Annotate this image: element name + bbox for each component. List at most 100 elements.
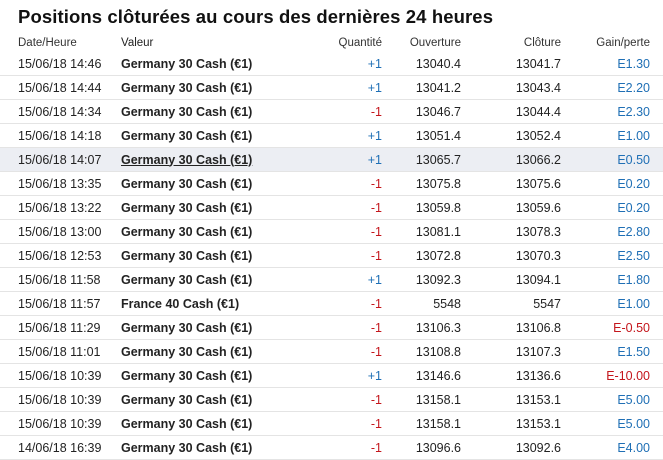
table-row[interactable]: 15/06/18 12:53 Germany 30 Cash (€1) -1 1307… — [0, 243, 663, 268]
cell-symbol-link[interactable]: Germany 30 Cash (€1) — [112, 99, 312, 124]
cell-quantity: -1 — [312, 411, 386, 436]
column-header-profit-loss[interactable]: Gain/perte — [565, 34, 663, 52]
cell-symbol-link[interactable]: Germany 30 Cash (€1) — [112, 52, 312, 76]
cell-close-price: 13136.6 — [465, 363, 565, 388]
symbol-label[interactable]: Germany 30 Cash (€1) — [121, 369, 252, 383]
cell-profit-loss: E1.00 — [565, 123, 663, 148]
cell-quantity: -1 — [312, 243, 386, 268]
cell-open-price: 13072.8 — [386, 243, 465, 268]
table-row[interactable]: 15/06/18 11:57 France 40 Cash (€1) -1 5548 5… — [0, 291, 663, 316]
cell-date: 15/06/18 14:46 — [0, 52, 112, 76]
table-row[interactable]: 15/06/18 11:01 Germany 30 Cash (€1) -1 1310… — [0, 339, 663, 364]
cell-quantity: -1 — [312, 435, 386, 460]
cell-symbol-link[interactable]: Germany 30 Cash (€1) — [112, 339, 312, 364]
cell-date: 15/06/18 10:39 — [0, 363, 112, 388]
column-header-quantity[interactable]: Quantité — [312, 34, 386, 52]
cell-symbol-link[interactable]: Germany 30 Cash (€1) — [112, 243, 312, 268]
symbol-label[interactable]: Germany 30 Cash (€1) — [121, 225, 252, 239]
cell-symbol-link[interactable]: Germany 30 Cash (€1) — [112, 123, 312, 148]
cell-profit-loss: E2.20 — [565, 75, 663, 100]
symbol-label[interactable]: Germany 30 Cash (€1) — [121, 129, 252, 143]
cell-close-price: 13066.2 — [465, 147, 565, 172]
table-row[interactable]: 15/06/18 13:35 Germany 30 Cash (€1) -1 1307… — [0, 171, 663, 196]
cell-open-price: 13158.1 — [386, 387, 465, 412]
table-row[interactable]: 15/06/18 11:58 Germany 30 Cash (€1) +1 1309… — [0, 267, 663, 292]
cell-open-price: 13075.8 — [386, 171, 465, 196]
cell-profit-loss: E0.50 — [565, 147, 663, 172]
cell-close-price: 13153.1 — [465, 387, 565, 412]
cell-date: 15/06/18 14:07 — [0, 147, 112, 172]
cell-symbol-link[interactable]: Germany 30 Cash (€1) — [112, 219, 312, 244]
symbol-label[interactable]: Germany 30 Cash (€1) — [121, 321, 252, 335]
cell-quantity: +1 — [312, 52, 386, 76]
table-row[interactable]: 15/06/18 14:34 Germany 30 Cash (€1) -1 1304… — [0, 99, 663, 124]
symbol-label[interactable]: Germany 30 Cash (€1) — [121, 249, 252, 263]
cell-symbol-link[interactable]: Germany 30 Cash (€1) — [112, 195, 312, 220]
column-header-close[interactable]: Clôture — [465, 34, 565, 52]
symbol-label[interactable]: Germany 30 Cash (€1) — [121, 345, 252, 359]
cell-quantity: +1 — [312, 363, 386, 388]
symbol-label[interactable]: Germany 30 Cash (€1) — [121, 105, 252, 119]
cell-profit-loss: E0.20 — [565, 195, 663, 220]
cell-profit-loss: E1.30 — [565, 52, 663, 76]
cell-profit-loss: E1.00 — [565, 291, 663, 316]
column-header-date[interactable]: Date/Heure — [0, 34, 112, 52]
symbol-label[interactable]: Germany 30 Cash (€1) — [121, 81, 252, 95]
column-header-open[interactable]: Ouverture — [386, 34, 465, 52]
symbol-label[interactable]: France 40 Cash (€1) — [121, 297, 239, 311]
cell-close-price: 13041.7 — [465, 52, 565, 76]
cell-date: 15/06/18 11:01 — [0, 339, 112, 364]
table-row[interactable]: 15/06/18 10:39 Germany 30 Cash (€1) -1 1315… — [0, 387, 663, 412]
cell-close-price: 13059.6 — [465, 195, 565, 220]
cell-open-price: 13040.4 — [386, 52, 465, 76]
cell-date: 15/06/18 14:18 — [0, 123, 112, 148]
cell-symbol-link[interactable]: Germany 30 Cash (€1) — [112, 75, 312, 100]
cell-close-price: 13092.6 — [465, 435, 565, 460]
cell-profit-loss: E-0.50 — [565, 315, 663, 340]
symbol-label[interactable]: Germany 30 Cash (€1) — [121, 441, 252, 455]
cell-open-price: 13096.6 — [386, 435, 465, 460]
table-row[interactable]: 15/06/18 10:39 Germany 30 Cash (€1) +1 1314… — [0, 363, 663, 388]
cell-quantity: -1 — [312, 315, 386, 340]
table-row[interactable]: 15/06/18 10:39 Germany 30 Cash (€1) -1 1315… — [0, 411, 663, 436]
symbol-label[interactable]: Germany 30 Cash (€1) — [121, 57, 252, 71]
cell-symbol-link[interactable]: Germany 30 Cash (€1) — [112, 387, 312, 412]
cell-symbol-link[interactable]: Germany 30 Cash (€1) — [112, 147, 312, 172]
table-row[interactable]: 15/06/18 11:29 Germany 30 Cash (€1) -1 1310… — [0, 315, 663, 340]
table-row[interactable]: 15/06/18 13:22 Germany 30 Cash (€1) -1 1305… — [0, 195, 663, 220]
table-row[interactable]: 14/06/18 16:39 Germany 30 Cash (€1) -1 1309… — [0, 435, 663, 460]
table-row[interactable]: 15/06/18 14:18 Germany 30 Cash (€1) +1 1305… — [0, 123, 663, 148]
cell-symbol-link[interactable]: Germany 30 Cash (€1) — [112, 267, 312, 292]
symbol-label[interactable]: Germany 30 Cash (€1) — [121, 417, 252, 431]
cell-date: 15/06/18 10:39 — [0, 387, 112, 412]
cell-close-price: 13153.1 — [465, 411, 565, 436]
cell-date: 15/06/18 12:53 — [0, 243, 112, 268]
symbol-label[interactable]: Germany 30 Cash (€1) — [121, 273, 252, 287]
cell-symbol-link[interactable]: Germany 30 Cash (€1) — [112, 315, 312, 340]
symbol-label[interactable]: Germany 30 Cash (€1) — [121, 393, 252, 407]
column-header-symbol[interactable]: Valeur — [112, 34, 312, 52]
cell-quantity: +1 — [312, 267, 386, 292]
cell-symbol-link[interactable]: Germany 30 Cash (€1) — [112, 411, 312, 436]
cell-symbol-link[interactable]: Germany 30 Cash (€1) — [112, 363, 312, 388]
symbol-label[interactable]: Germany 30 Cash (€1) — [121, 153, 252, 167]
cell-symbol-link[interactable]: Germany 30 Cash (€1) — [112, 171, 312, 196]
table-row[interactable]: 15/06/18 13:00 Germany 30 Cash (€1) -1 1308… — [0, 219, 663, 244]
symbol-label[interactable]: Germany 30 Cash (€1) — [121, 201, 252, 215]
cell-quantity: -1 — [312, 219, 386, 244]
table-row[interactable]: 15/06/18 14:07 Germany 30 Cash (€1) +1 1306… — [0, 147, 663, 172]
cell-close-price: 13043.4 — [465, 75, 565, 100]
table-row[interactable]: 15/06/18 14:44 Germany 30 Cash (€1) +1 1304… — [0, 75, 663, 100]
cell-date: 14/06/18 16:39 — [0, 435, 112, 460]
cell-quantity: -1 — [312, 339, 386, 364]
cell-symbol-link[interactable]: France 40 Cash (€1) — [112, 291, 312, 316]
cell-close-price: 13070.3 — [465, 243, 565, 268]
symbol-label[interactable]: Germany 30 Cash (€1) — [121, 177, 252, 191]
cell-profit-loss: E1.80 — [565, 267, 663, 292]
cell-close-price: 5547 — [465, 291, 565, 316]
table-header-row: Date/Heure Valeur Quantité Ouverture Clô… — [0, 34, 663, 52]
table-row[interactable]: 15/06/18 14:46 Germany 30 Cash (€1) +1 1304… — [0, 52, 663, 76]
cell-quantity: -1 — [312, 195, 386, 220]
cell-date: 15/06/18 14:34 — [0, 99, 112, 124]
cell-symbol-link[interactable]: Germany 30 Cash (€1) — [112, 435, 312, 460]
